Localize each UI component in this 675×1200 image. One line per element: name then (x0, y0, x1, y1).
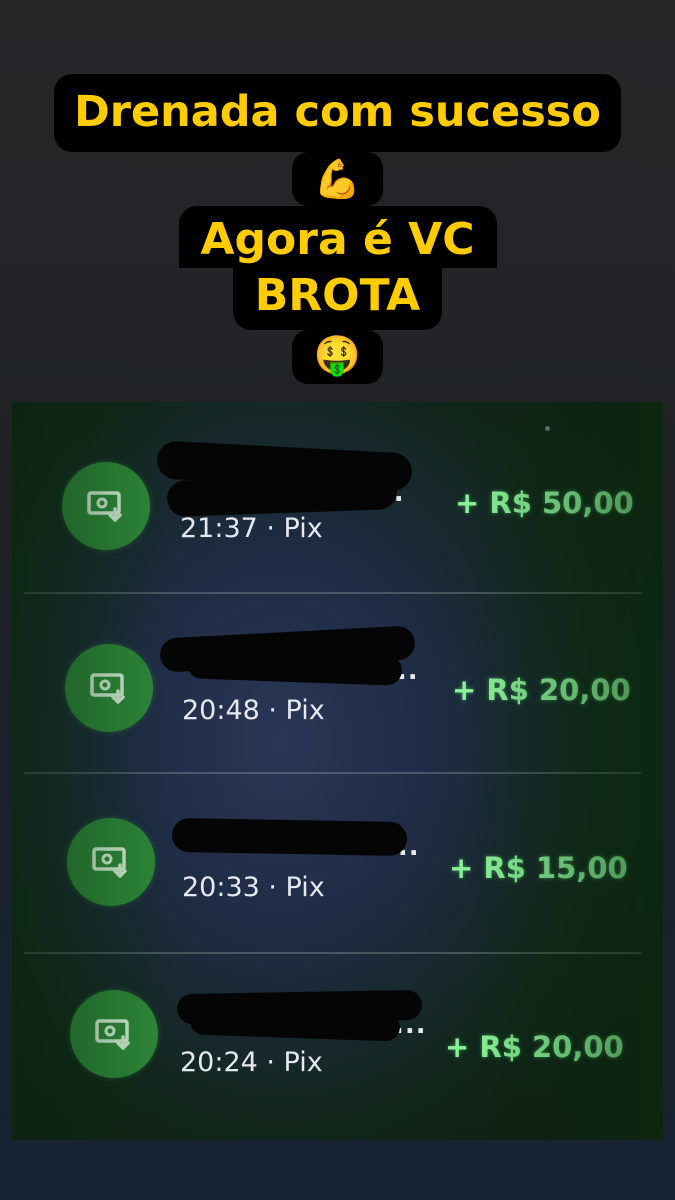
story-caption: Drenada com sucesso 💪 Agora é VC BROTA 🤑 (0, 74, 675, 384)
money-receive-icon (65, 644, 153, 732)
redaction-mark (171, 817, 408, 857)
transaction-time-method: 20:48 · Pix (182, 695, 325, 726)
redaction-mark (189, 1006, 401, 1042)
transaction-amount: + R$ 20,00 (452, 673, 631, 707)
transaction-time-method: 20:33 · Pix (182, 872, 325, 903)
caption-line-3: BROTA (232, 268, 443, 330)
money-mouth-face-emoji: 🤑 (291, 330, 384, 384)
transaction-row[interactable]: ... 21:37 · Pix + R$ 50,00 (12, 402, 663, 582)
caption-line-1: Drenada com sucesso (54, 74, 621, 152)
transaction-amount: + R$ 50,00 (455, 486, 634, 520)
money-receive-icon (62, 462, 150, 550)
transaction-list-photo: ... 21:37 · Pix + R$ 50,00 ... 20:48 · P… (12, 402, 663, 1140)
flexed-biceps-emoji: 💪 (291, 152, 384, 206)
money-receive-icon (67, 818, 155, 906)
transaction-row[interactable]: ... 20:33 · Pix + R$ 15,00 (12, 772, 663, 952)
redaction-mark (186, 648, 403, 686)
transaction-amount: + R$ 20,00 (445, 1030, 624, 1064)
transaction-row[interactable]: ... 20:48 · Pix + R$ 20,00 (12, 592, 663, 772)
caption-line-2: Agora é VC (178, 206, 497, 268)
redaction-mark (166, 472, 398, 518)
transaction-time-method: 21:37 · Pix (180, 513, 323, 544)
transaction-amount: + R$ 15,00 (449, 851, 628, 885)
transaction-time-method: 20:24 · Pix (180, 1047, 323, 1078)
transaction-row[interactable]: ... 20:24 · Pix + R$ 20,00 (12, 952, 663, 1132)
money-receive-icon (70, 990, 158, 1078)
